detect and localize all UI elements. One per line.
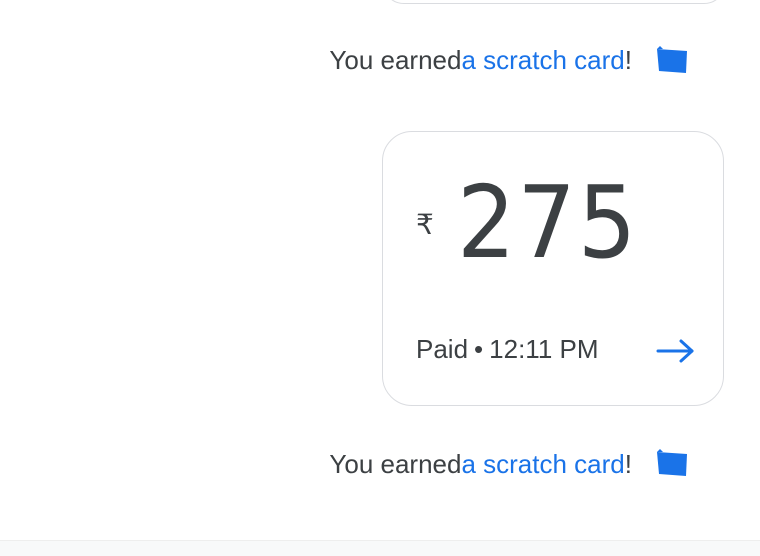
payment-card[interactable]: ₹ 275 Paid • 12:11 PM	[382, 131, 724, 406]
scratch-card-icon[interactable]	[654, 448, 690, 478]
previous-payment-card[interactable]	[382, 0, 726, 4]
scratch-card-link[interactable]: a scratch card	[461, 45, 624, 76]
reward-suffix: !	[624, 448, 632, 479]
scratch-card-link[interactable]: a scratch card	[461, 449, 624, 480]
currency-symbol: ₹	[416, 209, 434, 240]
payment-status: Paid	[416, 334, 469, 364]
payment-time: 12:11 PM	[489, 334, 599, 364]
reward-prefix: You earned	[329, 44, 462, 75]
reward-message: You earned a scratch card!	[329, 444, 632, 484]
payment-status-line: Paid • 12:11 PM	[416, 334, 599, 365]
status-separator: •	[474, 334, 484, 364]
reward-suffix: !	[624, 44, 632, 75]
reward-prefix: You earned	[329, 448, 462, 479]
reward-message: You earned a scratch card!	[329, 40, 632, 80]
arrow-right-icon[interactable]	[656, 338, 696, 364]
bottom-divider	[0, 540, 760, 556]
scratch-card-icon[interactable]	[654, 45, 690, 75]
payment-amount: 275	[457, 164, 639, 281]
chat-thread: You earned a scratch card! ₹ 275 Paid • 12…	[0, 0, 760, 556]
